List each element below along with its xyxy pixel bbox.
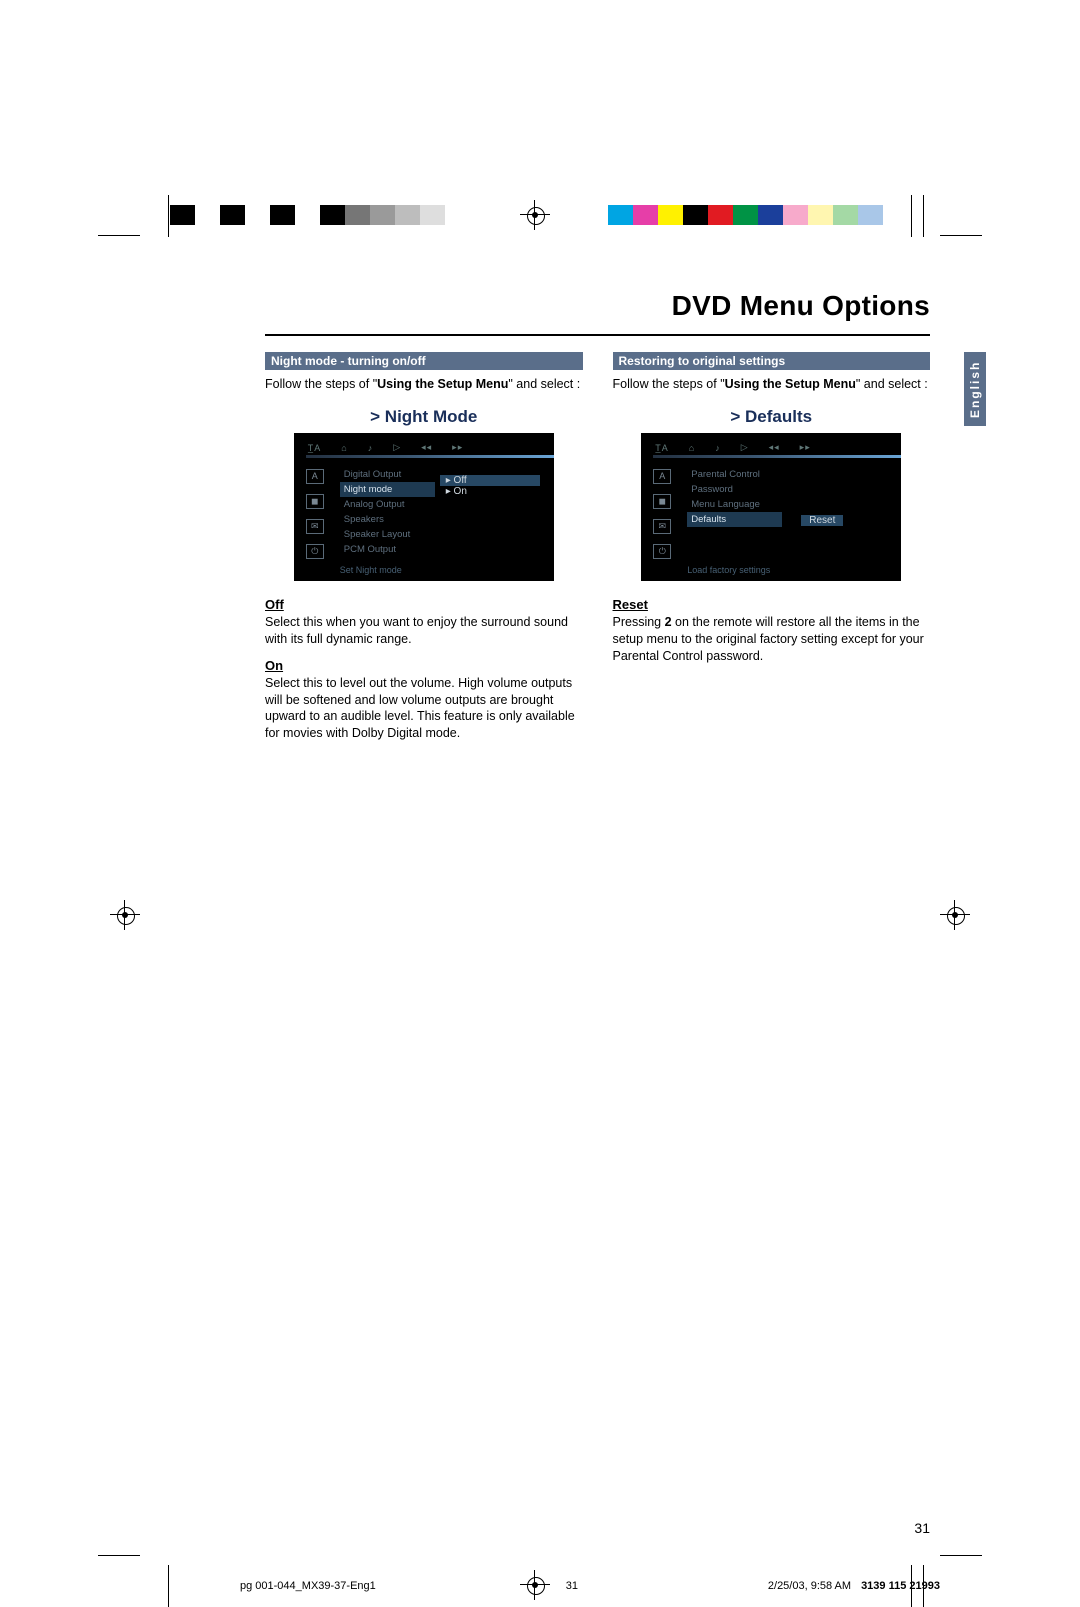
- registration-colorbar-left: [170, 205, 470, 225]
- column-defaults: Restoring to original settings Follow th…: [613, 352, 931, 752]
- osd-side-icon: ◼: [653, 494, 671, 509]
- osd-heading-defaults: > Defaults: [613, 407, 931, 427]
- option-reset-text: Pressing 2 on the remote will restore al…: [613, 614, 931, 665]
- option-on-label: On: [265, 658, 583, 673]
- osd-side-icon: ⏻: [306, 544, 324, 559]
- column-night-mode: Night mode - turning on/off Follow the s…: [265, 352, 583, 752]
- osd-menu-item: Speakers: [340, 512, 435, 527]
- title-rule: [265, 334, 930, 336]
- registration-mark-icon: [940, 900, 970, 930]
- osd-menu-item: Night mode: [340, 482, 435, 497]
- option-on-text: Select this to level out the volume. Hig…: [265, 675, 583, 743]
- footer-code: 3139 115 21993: [861, 1580, 940, 1592]
- osd-side-icon: ✉: [306, 519, 324, 534]
- osd-option: ▸ On: [440, 486, 540, 497]
- osd-menu-item: Menu Language: [687, 497, 782, 512]
- osd-option-reset: Reset: [801, 515, 843, 526]
- osd-side-icon: ✉: [653, 519, 671, 534]
- intro-text: Follow the steps of "Using the Setup Men…: [265, 376, 583, 393]
- option-off-text: Select this when you want to enjoy the s…: [265, 614, 583, 648]
- registration-mark-icon: [110, 900, 140, 930]
- osd-option: ▸ Off: [440, 475, 540, 486]
- osd-menu-item: Password: [687, 482, 782, 497]
- osd-menu-item: Parental Control: [687, 467, 782, 482]
- osd-hint: Load factory settings: [687, 565, 770, 575]
- footer-pagenum: 31: [566, 1580, 578, 1592]
- osd-hint: Set Night mode: [340, 565, 402, 575]
- intro-text: Follow the steps of "Using the Setup Men…: [613, 376, 931, 393]
- osd-heading-night-mode: > Night Mode: [265, 407, 583, 427]
- footer-filename: pg 001-044_MX39-37-Eng1: [240, 1580, 376, 1592]
- registration-colorbar-right: [608, 205, 908, 225]
- osd-screenshot-defaults: T̲A⌂♪▷◂◂▸▸ A ◼ ✉ ⏻ Parental ControlPassw…: [641, 433, 901, 581]
- osd-menu-item: Speaker Layout: [340, 527, 435, 542]
- osd-side-icon: ◼: [306, 494, 324, 509]
- print-footer: pg 001-044_MX39-37-Eng1 31 2/25/03, 9:58…: [240, 1580, 940, 1592]
- osd-side-icon: A: [653, 469, 671, 484]
- osd-menu-item: Analog Output: [340, 497, 435, 512]
- osd-side-icon: ⏻: [653, 544, 671, 559]
- osd-menu-item: Defaults: [687, 512, 782, 527]
- option-off-label: Off: [265, 597, 583, 612]
- registration-mark-icon: [520, 200, 550, 230]
- osd-screenshot-night-mode: T̲A⌂♪▷◂◂▸▸ A ◼ ✉ ⏻ Digital OutputNight m…: [294, 433, 554, 581]
- section-bar-night-mode: Night mode - turning on/off: [265, 352, 583, 370]
- osd-menu-item: PCM Output: [340, 542, 435, 557]
- language-tab: English: [964, 352, 986, 426]
- option-reset-label: Reset: [613, 597, 931, 612]
- osd-menu-item: Digital Output: [340, 467, 435, 482]
- osd-side-icon: A: [306, 469, 324, 484]
- footer-date: 2/25/03, 9:58 AM: [768, 1580, 851, 1592]
- page-title: DVD Menu Options: [672, 290, 930, 322]
- page-number: 31: [914, 1520, 930, 1536]
- section-bar-defaults: Restoring to original settings: [613, 352, 931, 370]
